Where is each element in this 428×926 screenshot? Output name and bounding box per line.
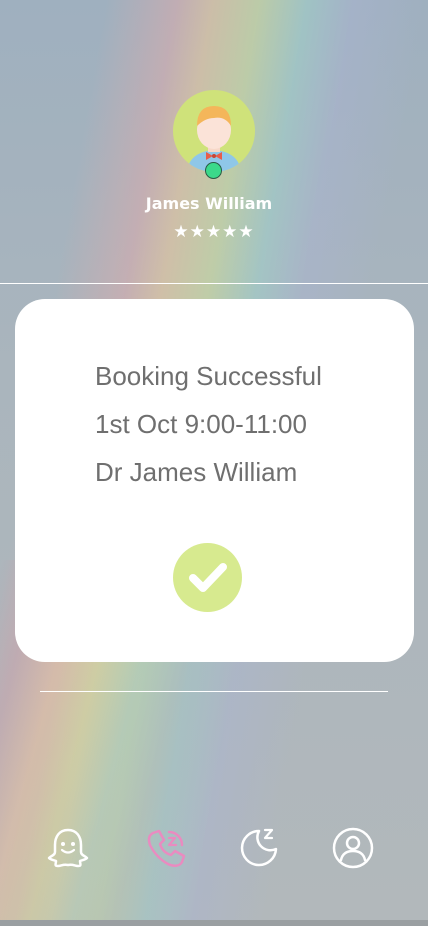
phone-icon xyxy=(147,829,186,867)
booking-card: Booking Successful 1st Oct 9:00-11:00 Dr… xyxy=(15,299,414,662)
confirm-button[interactable] xyxy=(173,543,242,612)
booking-status-text: Booking Successful xyxy=(95,361,322,391)
nav-sleep-button[interactable] xyxy=(236,825,282,871)
nav-ghost-button[interactable] xyxy=(45,825,91,871)
nav-profile-button[interactable] xyxy=(330,825,376,871)
divider xyxy=(40,691,388,692)
divider xyxy=(0,283,428,284)
profile-name: James William xyxy=(145,194,273,213)
online-status-dot xyxy=(205,162,222,179)
booking-doctor-text: Dr James William xyxy=(95,457,298,487)
avatar-illustration xyxy=(187,106,241,172)
ghost-icon xyxy=(47,828,89,868)
nav-phone-button[interactable] xyxy=(143,825,189,871)
booking-datetime-text: 1st Oct 9:00-11:00 xyxy=(95,409,307,439)
rating-stars: ★★★★★ xyxy=(173,222,255,242)
user-profile-icon xyxy=(332,827,374,869)
home-indicator xyxy=(0,920,428,926)
check-icon xyxy=(189,563,227,592)
avatar[interactable] xyxy=(173,90,255,172)
moon-sleep-icon xyxy=(240,828,278,867)
